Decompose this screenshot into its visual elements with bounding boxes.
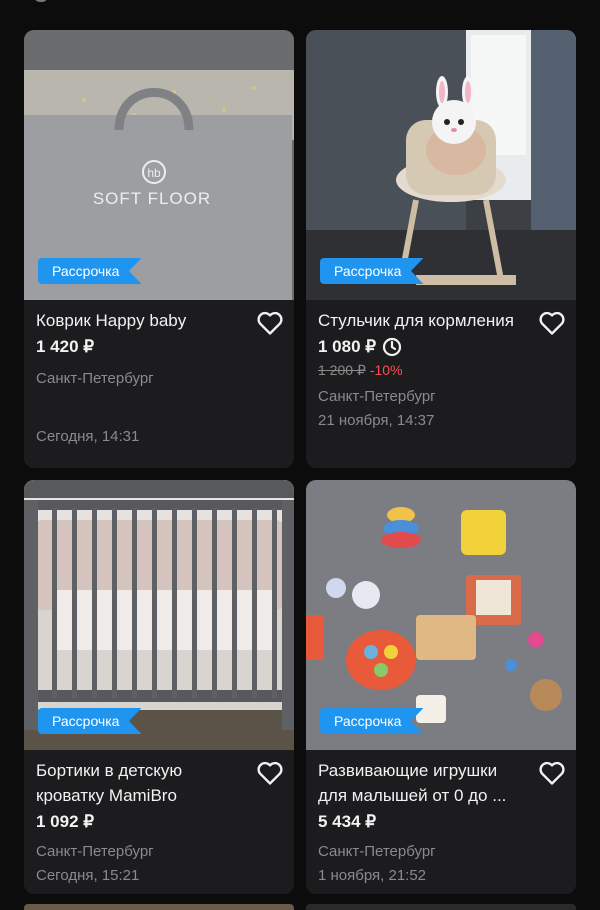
listings-grid: hb SOFT FLOOR Рассрочка Коврик Happy bab… [0,0,600,910]
installment-badge: Рассрочка [38,258,142,284]
listing-card[interactable]: Рассрочка Развивающие игрушки для малыше… [306,480,576,894]
old-price: 1 200 ₽ [318,362,366,378]
heart-outline-icon[interactable] [538,760,566,786]
listing-card[interactable]: hb SOFT FLOOR Рассрочка Коврик Happy bab… [24,30,294,468]
listing-card[interactable]: Рассрочка Бортики в детскую кроватку Mam… [24,480,294,894]
listing-info: Стульчик для кормления 1 080 ₽ 1 200 ₽ -1… [306,300,576,432]
heart-outline-icon[interactable] [256,760,284,786]
listing-info: Бортики в детскую кроватку MamiBro 1 092… [24,750,294,887]
photo-label: SOFT FLOOR [93,189,211,208]
listing-date: Сегодня, 14:31 [36,428,140,445]
listing-title[interactable]: Коврик Happy baby [36,308,242,333]
listing-price: 1 420 ₽ [36,334,242,360]
top-bar-remnant [0,0,600,18]
next-card-edge [24,904,294,910]
installment-badge: Рассрочка [38,708,142,734]
listing-price: 1 092 ₽ [36,809,242,835]
price-value: 1 420 ₽ [36,337,95,356]
heart-outline-icon[interactable] [256,310,284,336]
listing-date: Сегодня, 15:21 [36,867,140,884]
listing-date: 21 ноября, 14:37 [318,412,435,429]
listing-city: Санкт-Петербург [318,843,436,860]
listing-info: Развивающие игрушки для малышей от 0 до … [306,750,576,887]
old-price-row: 1 200 ₽ -10% [318,360,524,380]
discount-label: -10% [369,362,403,378]
clock-icon [382,337,402,357]
price-value: 1 092 ₽ [36,812,95,831]
next-card-edge [306,904,576,910]
heart-outline-icon[interactable] [538,310,566,336]
listing-price: 1 080 ₽ [318,334,524,360]
listing-price: 5 434 ₽ [318,809,524,835]
installment-badge: Рассрочка [320,708,424,734]
listing-photo[interactable]: hb SOFT FLOOR Рассрочка [24,30,294,300]
listing-info: Коврик Happy baby 1 420 ₽ Санкт-Петербур… [24,300,294,448]
photo-logo: hb [147,166,161,180]
price-value: 5 434 ₽ [318,812,377,831]
price-value: 1 080 ₽ [318,337,377,356]
listing-card[interactable]: Рассрочка Стульчик для кормления 1 080 ₽… [306,30,576,468]
listing-photo[interactable]: Рассрочка [24,480,294,750]
listing-photo[interactable]: Рассрочка [306,30,576,300]
listing-title[interactable]: Стульчик для кормления [318,308,524,333]
listing-title[interactable]: Развивающие игрушки для малышей от 0 до … [318,758,524,808]
listing-city: Санкт-Петербург [36,843,154,860]
listing-photo[interactable]: Рассрочка [306,480,576,750]
listing-date: 1 ноября, 21:52 [318,867,427,884]
listing-title[interactable]: Бортики в детскую кроватку MamiBro [36,758,242,808]
listing-city: Санкт-Петербург [318,388,436,405]
listing-city: Санкт-Петербург [36,370,154,387]
installment-badge: Рассрочка [320,258,424,284]
